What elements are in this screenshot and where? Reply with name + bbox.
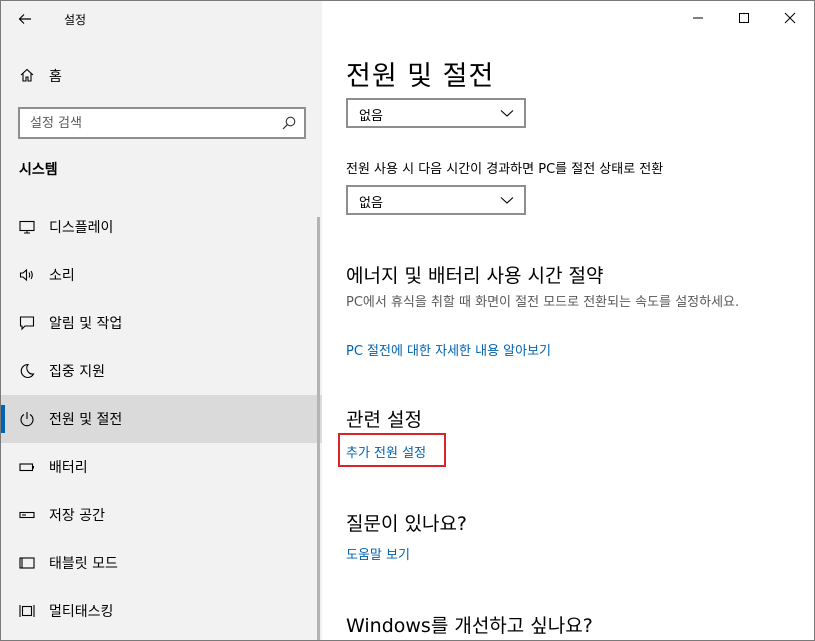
tablet-icon (19, 557, 35, 569)
sleep-label: 전원 사용 시 다음 시간이 경과하면 PC를 절전 상태로 전환 (346, 162, 664, 177)
main-content: 전원 및 절전 없음 전원 사용 시 다음 시간이 경과하면 PC를 절전 상태… (322, 1, 814, 640)
sidebar-item-label: 배터리 (49, 460, 88, 476)
close-button[interactable] (767, 1, 813, 35)
sidebar-item-label: 저장 공간 (49, 508, 105, 524)
back-arrow-icon (18, 14, 31, 24)
sidebar-item-label: 디스플레이 (49, 220, 114, 236)
sidebar-item-label: 멀티태스킹 (49, 604, 114, 620)
sidebar-item-tablet-mode[interactable]: 태블릿 모드 (1, 539, 322, 587)
sidebar: 설정 홈 시스템 디스플레이 (1, 1, 322, 640)
home-icon (20, 68, 34, 82)
chevron-down-icon (500, 110, 514, 117)
page-title: 전원 및 절전 (346, 61, 495, 92)
back-button[interactable] (9, 5, 41, 33)
screen-timeout-dropdown[interactable]: 없음 (346, 98, 526, 128)
sleep-timeout-dropdown[interactable]: 없음 (346, 185, 526, 215)
question-heading: 질문이 있나요? (346, 513, 468, 535)
power-sleep-learn-more-link[interactable]: PC 절전에 대한 자세한 내용 알아보기 (346, 340, 551, 359)
section-heading: 시스템 (19, 162, 58, 178)
sidebar-item-notifications[interactable]: 알림 및 작업 (1, 299, 322, 347)
dropdown-value: 없음 (359, 196, 383, 211)
sidebar-item-label: 집중 지원 (49, 364, 105, 380)
sidebar-item-power-sleep[interactable]: 전원 및 절전 (1, 395, 322, 443)
maximize-icon (739, 13, 749, 23)
close-icon (784, 12, 796, 24)
monitor-icon (19, 220, 35, 234)
title-bar-left: 설정 (1, 1, 322, 37)
search-icon[interactable] (282, 116, 296, 130)
sidebar-item-label: 전원 및 절전 (49, 412, 123, 428)
home-label: 홈 (49, 69, 62, 85)
multitasking-icon (19, 605, 35, 617)
sidebar-item-label: 소리 (49, 268, 75, 284)
related-settings-heading: 관련 설정 (346, 409, 422, 431)
notification-icon (19, 316, 35, 331)
storage-icon (19, 511, 35, 519)
minimize-button[interactable] (675, 1, 721, 35)
additional-power-settings-link[interactable]: 추가 전원 설정 (346, 442, 426, 461)
improve-windows-heading: Windows를 개선하고 싶나요? (346, 615, 593, 637)
sidebar-item-battery[interactable]: 배터리 (1, 443, 322, 491)
sidebar-item-multitasking[interactable]: 멀티태스킹 (1, 587, 322, 635)
dropdown-value: 없음 (359, 109, 383, 124)
sidebar-item-display[interactable]: 디스플레이 (1, 203, 322, 251)
settings-window: 설정 홈 시스템 디스플레이 (0, 0, 815, 641)
app-title: 설정 (64, 13, 87, 27)
energy-description: PC에서 휴식을 취할 때 화면이 절전 모드로 전환되는 속도를 설정하세요. (346, 295, 740, 310)
search-input[interactable] (30, 109, 270, 137)
minimize-icon (693, 17, 703, 19)
moon-icon (20, 363, 35, 378)
battery-icon (19, 463, 34, 472)
sidebar-item-storage[interactable]: 저장 공간 (1, 491, 322, 539)
home-nav-item[interactable]: 홈 (1, 59, 322, 93)
sidebar-scrollbar[interactable] (317, 217, 320, 640)
sidebar-item-focus-assist[interactable]: 집중 지원 (1, 347, 322, 395)
power-icon (20, 412, 34, 427)
speaker-icon (19, 268, 33, 282)
sidebar-item-label: 알림 및 작업 (49, 316, 123, 332)
sidebar-item-sound[interactable]: 소리 (1, 251, 322, 299)
energy-heading: 에너지 및 배터리 사용 시간 절약 (346, 265, 604, 287)
search-box[interactable] (18, 107, 306, 139)
chevron-down-icon (500, 197, 514, 204)
maximize-button[interactable] (721, 1, 767, 35)
get-help-link[interactable]: 도움말 보기 (346, 544, 410, 563)
sidebar-item-label: 태블릿 모드 (49, 556, 118, 572)
